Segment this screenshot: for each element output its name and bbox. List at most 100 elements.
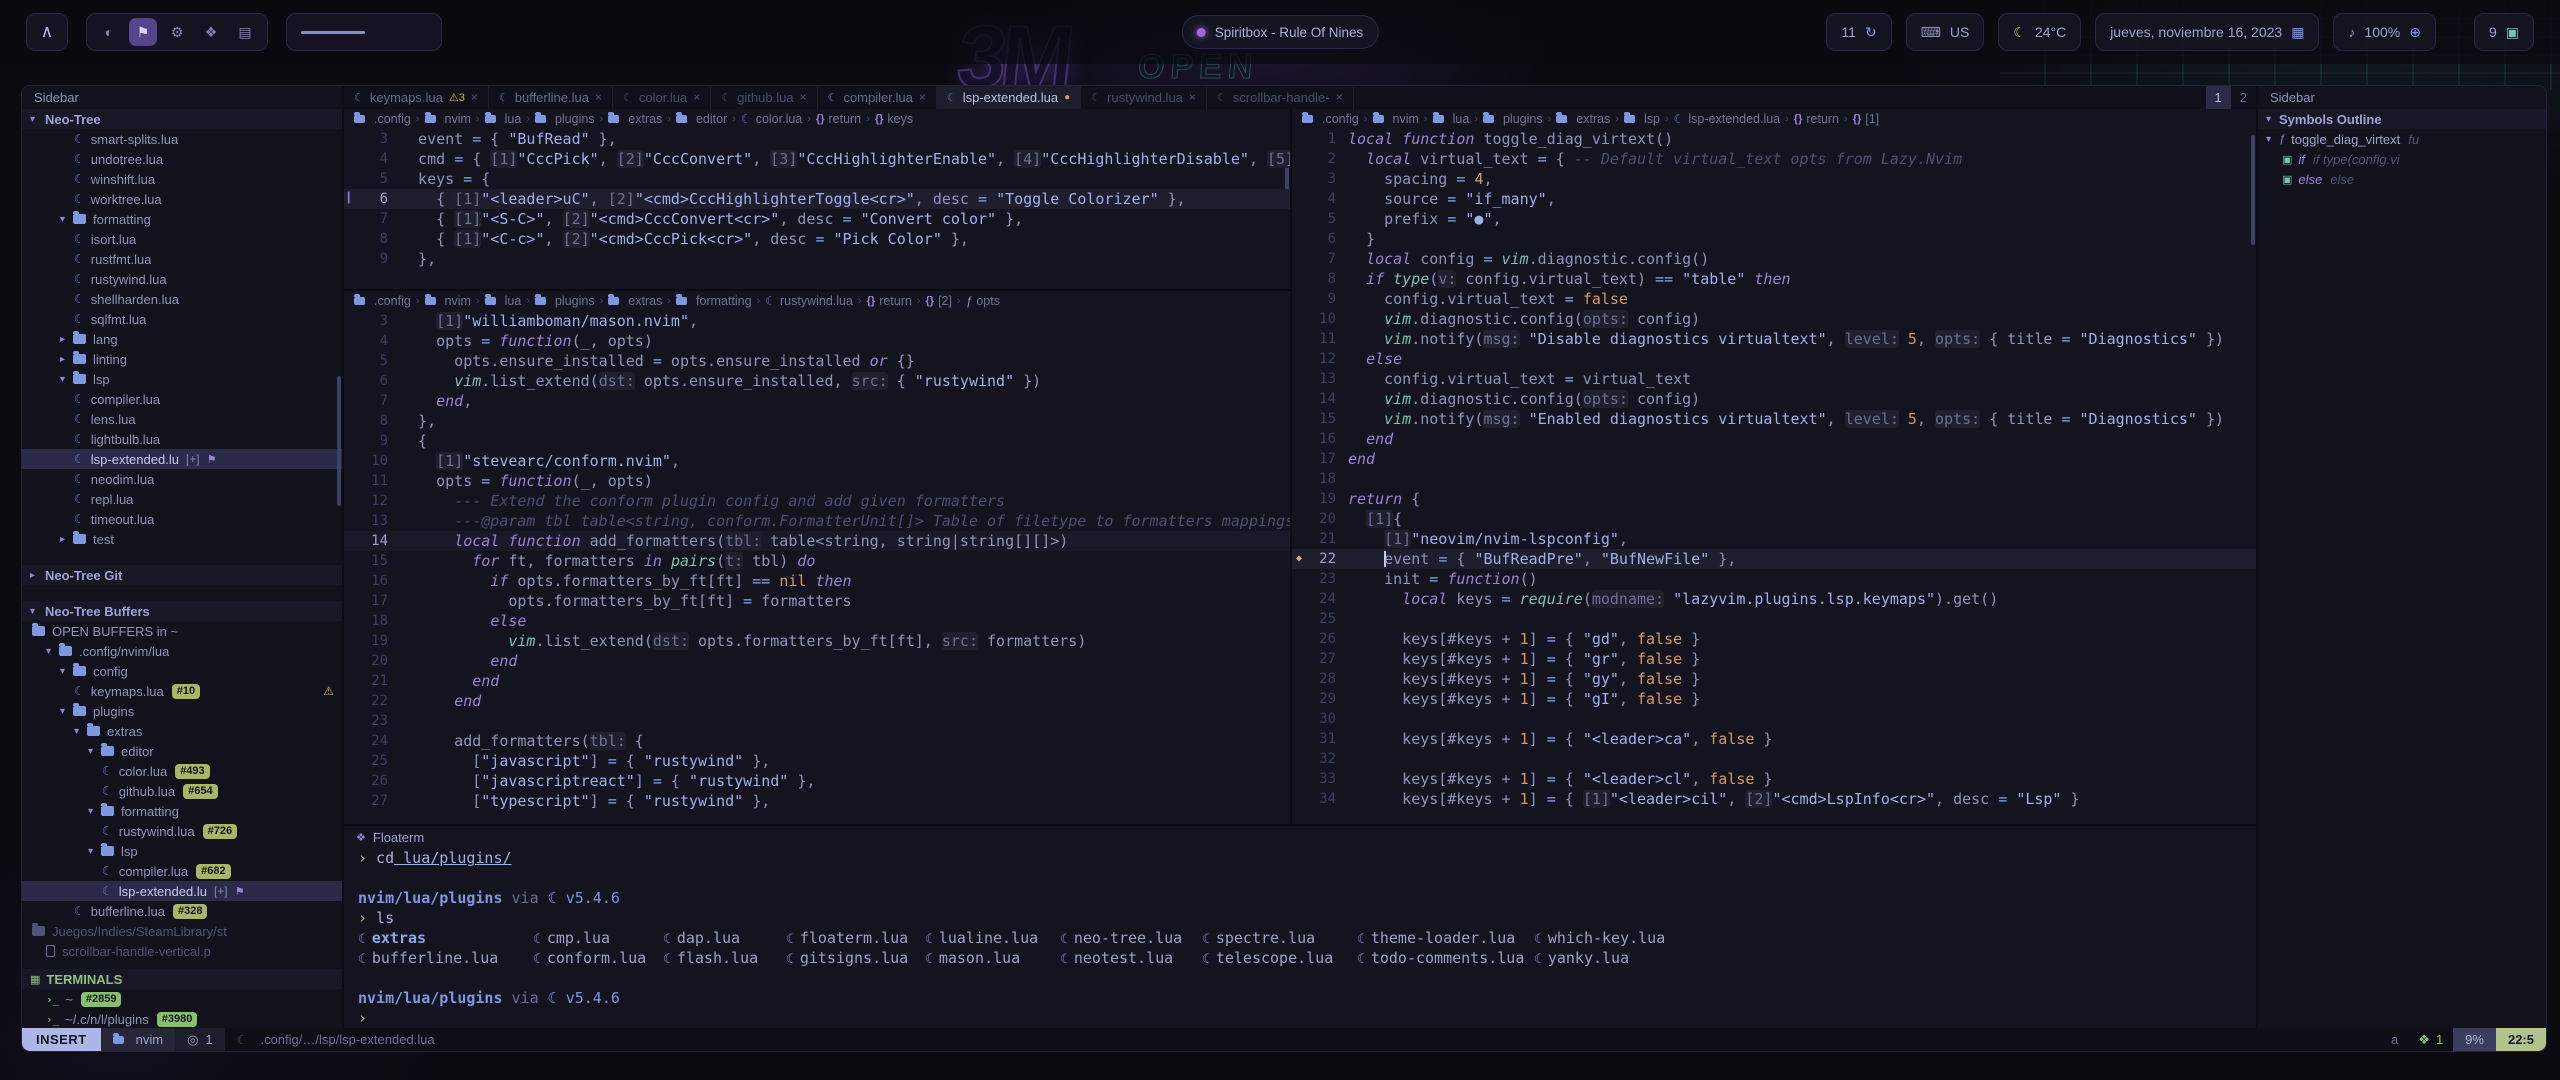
code-line[interactable]: 8 if type(v: config.virtual_text) == "ta…	[1292, 269, 2256, 289]
code-line[interactable]: 14 vim.diagnostic.config(opts: config)	[1292, 389, 2256, 409]
workspace-button[interactable]: ▤	[231, 18, 259, 46]
code-line[interactable]: 30	[1292, 709, 2256, 729]
editor-window-lsp-extended[interactable]: .config›nvim›lua›plugins›extras›lsp›☾lsp…	[1292, 109, 2256, 824]
code-line[interactable]: 17end	[1292, 449, 2256, 469]
code-line[interactable]: 21 end	[344, 671, 1290, 691]
code-line[interactable]: 11 vim.notify(msg: "Disable diagnostics …	[1292, 329, 2256, 349]
tree-item[interactable]: ☾neodim.lua	[22, 469, 342, 489]
code-line[interactable]: 6 vim.list_extend(dst: opts.ensure_insta…	[344, 371, 1290, 391]
tree-item[interactable]: ▾.config/nvim/lua	[22, 641, 342, 661]
code-line[interactable]: 7 end,	[344, 391, 1290, 411]
breadcrumb-item[interactable]: nvim	[425, 294, 471, 308]
code-line[interactable]: 13 config.virtual_text = virtual_text	[1292, 369, 2256, 389]
code-line[interactable]: 23 init = function()	[1292, 569, 2256, 589]
breadcrumb-item[interactable]: nvim	[1373, 112, 1419, 126]
code-line[interactable]: 3 [1]"williamboman/mason.nvim",	[344, 311, 1290, 331]
outline-item[interactable]: ▾ƒtoggle_diag_virtextfu	[2258, 129, 2546, 149]
close-icon[interactable]: ×	[1336, 90, 1343, 104]
code-line[interactable]: 22 end	[344, 691, 1290, 711]
code-area[interactable]: 1local function toggle_diag_virtext()2 l…	[1292, 129, 2256, 809]
code-line[interactable]: 3 event = { "BufRead" },	[344, 129, 1290, 149]
close-icon[interactable]: ×	[800, 90, 807, 104]
breadcrumb-item[interactable]: {}keys	[875, 112, 913, 126]
tab-scrollbar-handle-[interactable]: ☾scrollbar-handle-×	[1207, 86, 1354, 109]
code-line[interactable]: 32	[1292, 749, 2256, 769]
tree-item[interactable]: ▾lsp	[22, 841, 342, 861]
tree-item[interactable]: ▸test	[22, 529, 342, 549]
code-line[interactable]: 13 ---@param tbl table<string, conform.F…	[344, 511, 1290, 531]
breadcrumb-item[interactable]: extras	[608, 112, 662, 126]
terminal-output[interactable]: › cd lua/plugins/ nvim/lua/plugins via ☾…	[344, 848, 2256, 1028]
code-line[interactable]: 23	[344, 711, 1290, 731]
weather-widget[interactable]: ☾24°C	[1998, 13, 2081, 51]
tree-item[interactable]: ›_~#2859	[22, 989, 342, 1009]
tab-keymaps.lua[interactable]: ☾keymaps.lua⚠3×	[344, 86, 489, 109]
tree-item[interactable]: ☾github.lua#654	[22, 781, 342, 801]
code-line[interactable]: 6 }	[1292, 229, 2256, 249]
workspace-button[interactable]: ❖	[197, 18, 225, 46]
code-line[interactable]: 14 local function add_formatters(tbl: ta…	[344, 531, 1290, 551]
tree-item[interactable]: ☾rustfmt.lua	[22, 249, 342, 269]
tree-item[interactable]: ☾lightbulb.lua	[22, 429, 342, 449]
tree-item[interactable]: ▾lsp	[22, 369, 342, 389]
tree-item[interactable]: ▾extras	[22, 721, 342, 741]
code-line[interactable]: 4 opts = function(_, opts)	[344, 331, 1290, 351]
breadcrumb-item[interactable]: plugins	[1483, 112, 1543, 126]
breadcrumb-item[interactable]: {}return	[1794, 112, 1839, 126]
breadcrumb-item[interactable]: lsp	[1624, 112, 1660, 126]
code-area[interactable]: 3 event = { "BufRead" },4 cmd = { [1]"Cc…	[344, 129, 1290, 269]
close-icon[interactable]: ×	[919, 90, 926, 104]
close-icon[interactable]: ×	[471, 90, 478, 104]
code-line[interactable]: 26 ["javascriptreact"] = { "rustywind" }…	[344, 771, 1290, 791]
code-line[interactable]: 28 keys[#keys + 1] = { "gy", false }	[1292, 669, 2256, 689]
code-line[interactable]: 25	[1292, 609, 2256, 629]
tree-item[interactable]: ▸lang	[22, 329, 342, 349]
code-line[interactable]: 15 vim.notify(msg: "Enabled diagnostics …	[1292, 409, 2256, 429]
sidebar-scrollbar[interactable]	[337, 376, 341, 506]
breadcrumb-item[interactable]: {}return	[867, 294, 912, 308]
code-line[interactable]: 5 prefix = "●",	[1292, 209, 2256, 229]
tree-item[interactable]: ☾shellharden.lua	[22, 289, 342, 309]
breadcrumb-item[interactable]: {}[2]	[926, 294, 952, 308]
keyboard-layout-widget[interactable]: ⌨US	[1906, 13, 1985, 51]
tree-item[interactable]: ▾plugins	[22, 701, 342, 721]
tree-item[interactable]: ☾repl.lua	[22, 489, 342, 509]
code-line[interactable]: 2 local virtual_text = { -- Default virt…	[1292, 149, 2256, 169]
tree-item[interactable]: ☾winshift.lua	[22, 169, 342, 189]
code-line[interactable]: 34 keys[#keys + 1] = { [1]"<leader>cil",…	[1292, 789, 2256, 809]
code-line[interactable]: 20 end	[344, 651, 1290, 671]
code-line[interactable]: 21 [1]"neovim/nvim-lspconfig",	[1292, 529, 2256, 549]
code-line[interactable]: 17 opts.formatters_by_ft[ft] = formatter…	[344, 591, 1290, 611]
code-line[interactable]: 29 keys[#keys + 1] = { "gI", false }	[1292, 689, 2256, 709]
code-line[interactable]: 7 { [1]"<S-C>", [2]"<cmd>CccConvert<cr>"…	[344, 209, 1290, 229]
tree-item[interactable]: scrollbar-handle-vertical.p	[22, 941, 342, 961]
code-line[interactable]: 16 if opts.formatters_by_ft[ft] == nil t…	[344, 571, 1290, 591]
code-line[interactable]: 4 cmd = { [1]"CccPick", [2]"CccConvert",…	[344, 149, 1290, 169]
tree-item[interactable]: ☾rustywind.lua#726	[22, 821, 342, 841]
tree-item[interactable]: ▾editor	[22, 741, 342, 761]
updates-widget[interactable]: 11↻	[1826, 13, 1891, 51]
section-header-buffers[interactable]: ▾Neo-Tree Buffers	[22, 601, 342, 621]
close-icon[interactable]: ×	[693, 90, 700, 104]
breadcrumb-item[interactable]: lua	[485, 294, 522, 308]
code-line[interactable]: 24 local keys = require(modname: "lazyvi…	[1292, 589, 2256, 609]
code-line[interactable]: 9 config.virtual_text = false	[1292, 289, 2256, 309]
breadcrumb-item[interactable]: plugins	[535, 112, 595, 126]
tab-rustywind.lua[interactable]: ☾rustywind.lua×	[1081, 86, 1207, 109]
close-icon[interactable]: ×	[595, 90, 602, 104]
code-line[interactable]: 3 spacing = 4,	[1292, 169, 2256, 189]
volume-widget[interactable]: ♪100%⊕	[2333, 13, 2436, 51]
workspace-button[interactable]: ⚙	[163, 18, 191, 46]
code-line[interactable]: 5 opts.ensure_installed = opts.ensure_in…	[344, 351, 1290, 371]
code-line[interactable]: 19 vim.list_extend(dst: opts.formatters_…	[344, 631, 1290, 651]
code-line[interactable]: 24 add_formatters(tbl: {	[344, 731, 1290, 751]
tree-item[interactable]: ☾lsp-extended.lu[+]⚑	[22, 449, 342, 469]
code-line[interactable]: 16 end	[1292, 429, 2256, 449]
code-line[interactable]: 9 },	[344, 249, 1290, 269]
code-line[interactable]: ◆22 event = { "BufReadPre", "BufNewFile"…	[1292, 549, 2256, 569]
workspace-button[interactable]: ⚑	[129, 18, 157, 46]
breadcrumb-item[interactable]: extras	[1556, 112, 1610, 126]
editor-window-rustywind[interactable]: .config›nvim›lua›plugins›extras›formatti…	[344, 291, 1290, 824]
tabpage-1[interactable]: 1	[2206, 86, 2231, 109]
tab-color.lua[interactable]: ☾color.lua×	[613, 86, 711, 109]
